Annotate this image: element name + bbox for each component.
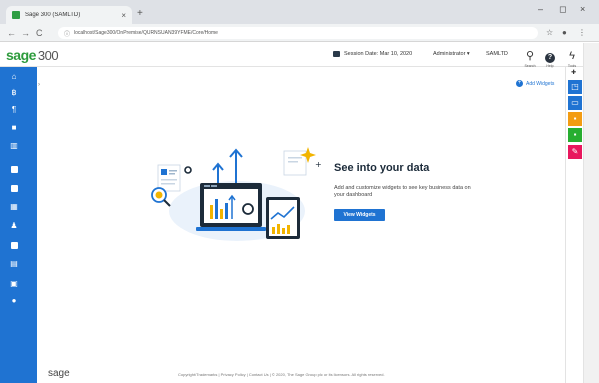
sidebar-item-settings[interactable]: ● [9,296,19,306]
reload-button[interactable]: C [36,26,43,40]
sidebar-item-orders[interactable] [9,240,19,250]
home-icon: ⌂ [11,72,17,81]
address-url: localhost/Sage300/OnPremise/QURNSUAN39YF… [74,30,218,36]
view-widgets-button[interactable]: View Widgets [334,209,385,221]
rail-pen-button[interactable]: ✎ [568,145,582,159]
calendar-icon [333,51,340,57]
user-menu[interactable]: Administrator ▾ [433,51,470,57]
settings-icon: ● [11,296,17,305]
sidebar-item-customers[interactable]: ♟ [9,221,19,231]
pen-icon: ✎ [571,147,579,156]
truck-icon [10,184,18,192]
company-name: SAMLTD [486,51,508,57]
dashboard-illustration: + [151,147,322,241]
svg-text:+: + [315,160,322,169]
rail-window-button[interactable]: ◳ [568,80,582,94]
briefcase-icon [10,165,18,173]
browser-tab[interactable]: Sage 300 (SAMLTD) × [6,6,132,24]
help-button[interactable]: ? Help [543,46,557,68]
minimize-button[interactable]: – [538,4,543,14]
sidebar-item-receivables[interactable] [9,183,19,193]
screen-icon: ▭ [571,98,579,107]
module-sidebar: ⌂ ฿ ¶ ■ ▥ ▦ ♟ ▤ ▣ ● [0,67,37,383]
forward-button[interactable]: → [21,26,30,40]
search-icon: ⚲ [525,50,535,62]
rail-file-button[interactable]: ▪ [568,128,582,142]
search-button[interactable]: ⚲ Search [523,46,537,68]
lock-icon: ■ [11,123,17,132]
new-tab-button[interactable]: + [137,6,143,22]
window-icon: ◳ [571,82,579,91]
tab-title: Sage 300 (SAMLTD) [25,12,81,18]
note-icon: ▪ [573,114,577,123]
maximize-button[interactable]: ◻ [559,4,566,15]
help-icon: ? [545,53,555,63]
rail-screen-button[interactable]: ▭ [568,96,582,110]
window-close-button[interactable]: × [580,4,585,14]
lightning-icon: ϟ [569,50,575,62]
empty-state-description: Add and customize widgets to see key bus… [334,185,471,198]
add-widgets-link[interactable]: + Add Widgets [516,80,554,87]
address-bar[interactable]: ⓘ localhost/Sage300/OnPremise/QURNSUAN39… [58,27,538,39]
sage-favicon-icon [12,11,20,19]
rail-note-button[interactable]: ▪ [568,112,582,126]
page-scrollbar[interactable] [583,43,599,383]
sidebar-item-bank[interactable]: ฿ [9,88,19,98]
footer-sage-logo: sage [48,368,70,379]
plus-icon: + [516,80,523,87]
pin-icon[interactable]: ✚ [571,69,576,76]
ledger-icon: ¶ [11,105,17,114]
sidebar-item-inventory[interactable]: ▦ [9,202,19,212]
bookmark-star-icon[interactable]: ☆ [546,27,553,39]
sidebar-expand-icon[interactable]: › [38,82,40,88]
box-icon: ▣ [10,279,18,288]
clipboard-icon [10,241,18,249]
empty-state-title: See into your data [334,162,430,174]
grid-icon: ▦ [10,202,18,211]
document-icon: ▤ [10,259,18,268]
site-info-icon[interactable]: ⓘ [64,29,70,38]
browser-toolbar: ← → C ⓘ localhost/Sage300/OnPremise/QURN… [0,24,599,42]
session-date[interactable]: Session Date: Mar 10, 2020 [333,51,412,57]
sidebar-item-home[interactable]: ⌂ [9,72,19,82]
bank-icon: ฿ [11,88,17,97]
person-icon: ♟ [10,221,18,230]
sage-logo: sage 300 [6,47,59,63]
building-icon: ▥ [10,141,18,150]
app-header: sage 300 Session Date: Mar 10, 2020 Admin… [0,43,599,68]
back-button[interactable]: ← [7,26,16,40]
browser-tabstrip: Sage 300 (SAMLTD) × + – ◻ × [0,0,599,24]
file-icon: ▪ [573,130,577,139]
sidebar-item-projects[interactable]: ▣ [9,279,19,289]
profile-icon[interactable]: ● [562,27,567,39]
sidebar-item-payables[interactable] [9,164,19,174]
footer-links[interactable]: Copyright/Trademarks | Privacy Policy | … [178,372,385,377]
sidebar-item-ledger[interactable]: ¶ [9,105,19,115]
browser-menu-icon[interactable]: ⋮ [578,27,586,39]
right-tool-rail: ✚ ◳ ▭ ▪ ▪ ✎ [565,67,583,383]
sidebar-item-purchasing[interactable]: ▤ [9,259,19,269]
tools-button[interactable]: ϟ Tools [565,46,579,68]
sidebar-item-company[interactable]: ▥ [9,141,19,151]
tab-close-icon[interactable]: × [121,11,126,20]
sidebar-item-security[interactable]: ■ [9,123,19,133]
